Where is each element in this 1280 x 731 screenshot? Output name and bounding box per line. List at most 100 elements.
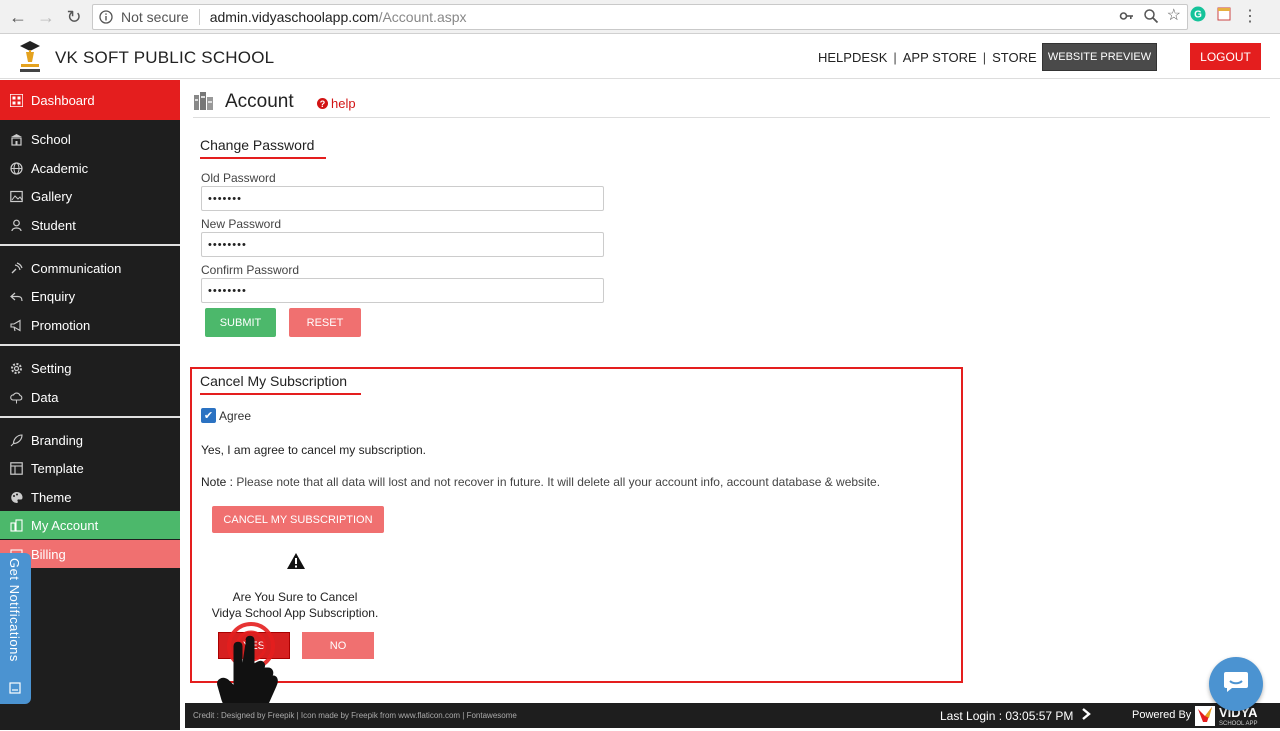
sidebar-item-label: Student <box>31 217 76 233</box>
sidebar-item-student[interactable]: Student <box>0 211 180 239</box>
sidebar-item-label: Billing <box>31 546 66 562</box>
url-host: admin.vidyaschoolapp.com <box>209 9 379 25</box>
new-password-label: New Password <box>201 217 282 231</box>
sidebar-divider <box>0 416 180 418</box>
zoom-icon[interactable] <box>1143 8 1159 27</box>
app-store-link[interactable]: APP STORE <box>903 50 977 65</box>
key-icon[interactable] <box>1119 8 1135 27</box>
forward-icon[interactable]: → <box>32 3 60 31</box>
last-login: Last Login : 03:05:57 PM <box>940 708 1092 723</box>
sidebar-item-setting[interactable]: Setting <box>0 354 180 382</box>
browser-toolbar: ← → ↻ Not secure admin.vidyaschoolapp.co… <box>0 0 1280 34</box>
sidebar-item-label: Dashboard <box>31 92 95 108</box>
old-password-label: Old Password <box>201 171 276 185</box>
back-icon[interactable]: ← <box>4 3 32 31</box>
sidebar-item-my-account[interactable]: My Account <box>0 511 180 539</box>
confirm-question: Are You Sure to Cancel Vidya School App … <box>205 589 385 621</box>
sidebar-divider <box>0 344 180 346</box>
svg-text:G: G <box>1194 10 1202 21</box>
cancel-subscription-button[interactable]: CANCEL MY SUBSCRIPTION <box>212 506 384 533</box>
separator: | <box>982 50 987 65</box>
help-link[interactable]: ? help <box>317 96 356 111</box>
warning-icon <box>286 552 306 570</box>
rocket-icon <box>9 433 23 447</box>
store-link[interactable]: STORE <box>992 50 1037 65</box>
submit-button[interactable]: SUBMIT <box>205 308 276 337</box>
template-icon <box>9 461 23 475</box>
note-label: Note : <box>201 475 234 489</box>
palette-icon <box>9 490 23 504</box>
sidebar-item-label: Data <box>31 389 59 405</box>
account-icon <box>9 518 23 532</box>
bookmark-star-icon[interactable]: ☆ <box>1167 8 1181 27</box>
sidebar-item-gallery[interactable]: Gallery <box>0 182 180 210</box>
sidebar-item-enquiry[interactable]: Enquiry <box>0 282 180 310</box>
website-preview-button[interactable]: WEBSITE PREVIEW <box>1042 43 1157 71</box>
page-title: Account <box>225 91 294 112</box>
info-icon[interactable] <box>97 8 115 26</box>
extension-icon[interactable] <box>1216 6 1232 27</box>
megaphone-icon <box>9 318 23 332</box>
menu-dots-icon[interactable]: ⋮ <box>1242 8 1258 25</box>
footer: Credit : Designed by Freepik | Icon made… <box>185 703 1280 728</box>
chat-icon <box>1223 671 1249 698</box>
change-password-title: Change Password <box>200 137 326 159</box>
url-text[interactable]: admin.vidyaschoolapp.com/Account.aspx <box>210 9 467 25</box>
sidebar-item-label: Communication <box>31 260 122 276</box>
confirm-password-label: Confirm Password <box>201 263 300 277</box>
dashboard-icon <box>9 93 23 107</box>
student-icon <box>9 218 23 232</box>
helpdesk-link[interactable]: HELPDESK <box>818 50 887 65</box>
sidebar-item-label: Academic <box>31 160 89 176</box>
logout-button[interactable]: LOGOUT <box>1190 43 1261 70</box>
yes-button[interactable]: YES <box>218 632 290 659</box>
chevron-right-icon[interactable] <box>1081 708 1092 723</box>
confirm-line-2: Vidya School App Subscription. <box>211 606 379 620</box>
old-password-input[interactable]: ••••••• <box>201 186 604 211</box>
sidebar-item-label: Template <box>31 460 84 476</box>
notification-bell-icon <box>9 681 21 699</box>
sidebar-item-label: Enquiry <box>31 288 76 304</box>
chat-button[interactable] <box>1209 657 1263 711</box>
image-icon <box>9 189 23 203</box>
sidebar-item-branding[interactable]: Branding <box>0 426 180 454</box>
agree-checkbox-row[interactable]: ✔ Agree <box>201 408 251 423</box>
sidebar-item-academic[interactable]: Academic <box>0 154 180 182</box>
new-password-input[interactable]: •••••••• <box>201 232 604 257</box>
sidebar-divider <box>0 244 180 246</box>
gear-icon <box>9 361 23 375</box>
cancel-subscription-title: Cancel My Subscription <box>200 373 361 395</box>
sidebar-item-label: School <box>31 131 71 147</box>
sidebar-item-dashboard[interactable]: Dashboard <box>0 80 180 120</box>
grammarly-icon[interactable]: G <box>1190 6 1206 27</box>
address-bar[interactable]: Not secure admin.vidyaschoolapp.com/Acco… <box>92 4 1188 30</box>
sidebar-item-data[interactable]: Data <box>0 383 180 411</box>
sidebar-item-school[interactable]: School <box>0 125 180 153</box>
page-header: Account ? help <box>193 86 1270 118</box>
reset-button[interactable]: RESET <box>289 308 361 337</box>
help-label: help <box>331 96 356 111</box>
school-icon <box>9 132 23 146</box>
satellite-icon <box>9 261 23 275</box>
sidebar-item-template[interactable]: Template <box>0 454 180 482</box>
sidebar-item-label: Theme <box>31 489 72 505</box>
top-links: HELPDESK | APP STORE | STORE <box>818 50 1037 65</box>
no-button[interactable]: NO <box>302 632 374 659</box>
sidebar-item-communication[interactable]: Communication <box>0 254 180 282</box>
sidebar-item-label: Branding <box>31 432 84 448</box>
powered-by-label: Powered By <box>1132 709 1192 721</box>
reply-icon <box>9 289 23 303</box>
agree-label: Agree <box>219 408 252 423</box>
get-notifications-tab[interactable]: Get Notifications <box>0 553 31 704</box>
school-logo <box>18 40 42 74</box>
checkmark-icon[interactable]: ✔ <box>201 408 216 423</box>
confirm-password-input[interactable]: •••••••• <box>201 278 604 303</box>
cancel-note: Note : Please note that all data will lo… <box>201 475 880 489</box>
sidebar-item-label: Setting <box>31 360 72 376</box>
sidebar-item-label: Promotion <box>31 317 91 333</box>
reload-icon[interactable]: ↻ <box>60 3 88 31</box>
sidebar-item-theme[interactable]: Theme <box>0 483 180 511</box>
sidebar-item-promotion[interactable]: Promotion <box>0 311 180 339</box>
cloud-icon <box>9 390 23 404</box>
cancel-statement: Yes, I am agree to cancel my subscriptio… <box>201 443 426 457</box>
